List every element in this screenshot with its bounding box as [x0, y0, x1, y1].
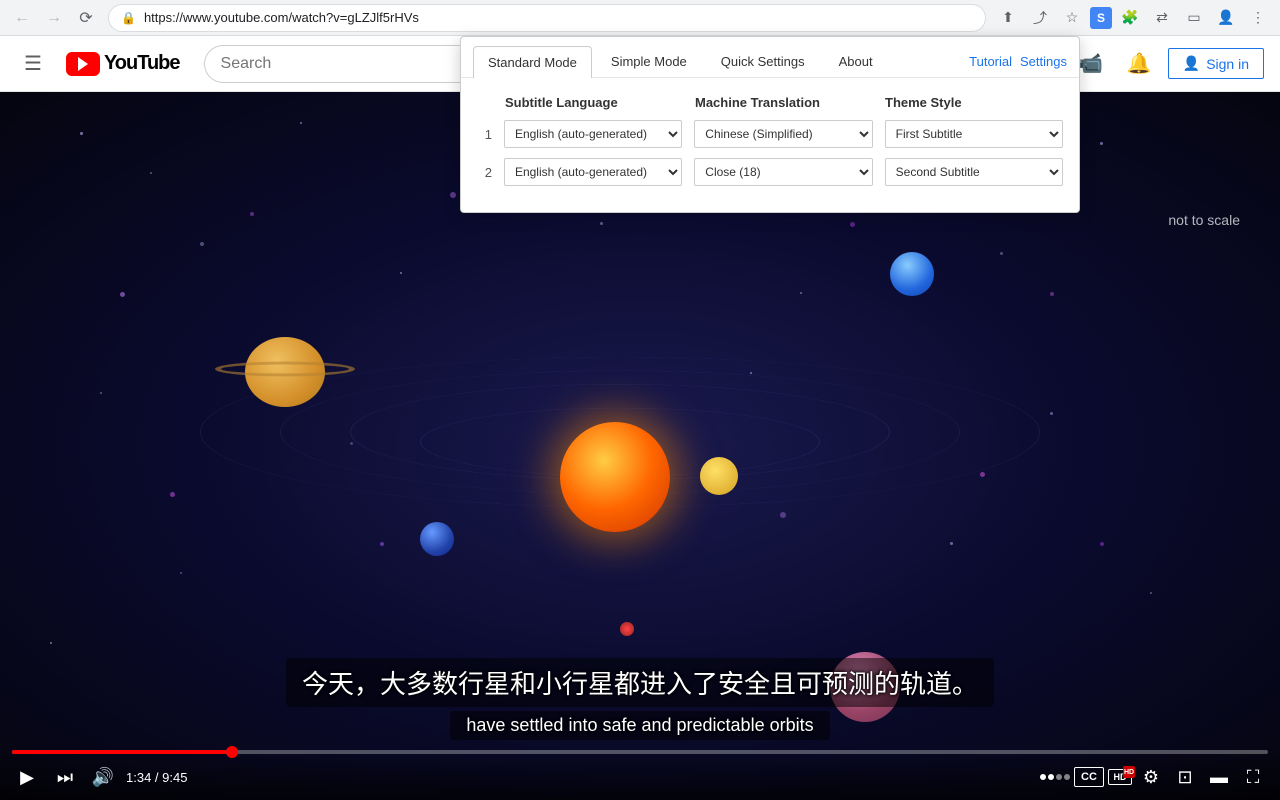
progress-dot	[226, 746, 238, 758]
sign-in-button[interactable]: 👤 Sign in	[1168, 48, 1264, 79]
progress-bar[interactable]	[12, 750, 1268, 754]
sign-in-label: Sign in	[1206, 56, 1249, 72]
subtitle-overlay: 今天，大多数行星和小行星都进入了安全且可预测的轨道。 have settled …	[64, 658, 1216, 740]
saturn-ring	[215, 362, 355, 377]
popup-tab-links: Tutorial Settings	[969, 54, 1067, 69]
yellow-planet	[700, 457, 738, 495]
popup-tabs: Standard Mode Simple Mode Quick Settings…	[461, 37, 1079, 78]
subtitle-english: have settled into safe and predictable o…	[450, 711, 829, 740]
speed-dot	[1048, 774, 1054, 780]
miniplayer-button[interactable]: ⊡	[1170, 762, 1200, 792]
fullscreen-button[interactable]: ⛶	[1238, 762, 1268, 792]
cast-button[interactable]: ⬆	[994, 4, 1022, 32]
theme-style-header: Theme Style	[885, 94, 1063, 112]
row1-subtitle-language-select[interactable]: English (auto-generated) English Chinese…	[504, 120, 682, 148]
speed-dot	[1040, 774, 1046, 780]
popup-column-headers: Subtitle Language Machine Translation Th…	[477, 94, 1063, 120]
address-bar[interactable]: 🔒 https://www.youtube.com/watch?v=gLZJlf…	[108, 4, 986, 32]
forward-button[interactable]: →	[40, 4, 68, 32]
cc-button[interactable]: CC	[1074, 767, 1104, 787]
row1-theme-style-select[interactable]: First Subtitle Second Subtitle Default	[885, 120, 1063, 148]
youtube-logo-icon	[66, 52, 100, 76]
row-1-number: 1	[477, 127, 492, 142]
sync-button[interactable]: ⇄	[1148, 4, 1176, 32]
header-right: 📹 🔔 👤 Sign in	[1070, 43, 1264, 84]
subtitle-row-1: 1 English (auto-generated) English Chine…	[477, 120, 1063, 148]
speed-dot	[1064, 774, 1070, 780]
toolbar-icons: ⬆ ⤴ ☆ S 🧩 ⇄ ▭ 👤 ⋮	[994, 4, 1272, 32]
menu-hamburger-button[interactable]: ☰	[16, 43, 50, 84]
next-button[interactable]: ⏭	[50, 762, 80, 792]
youtube-logo[interactable]: YouTube	[66, 52, 180, 76]
tab-about[interactable]: About	[824, 45, 888, 77]
progress-fill	[12, 750, 226, 754]
saturn-planet	[215, 332, 355, 412]
theater-button[interactable]: ▬	[1204, 762, 1234, 792]
extensions-button[interactable]: 🧩	[1116, 4, 1144, 32]
tutorial-link[interactable]: Tutorial	[969, 54, 1012, 69]
right-controls: CC HD HD ⚙ ⊡ ▬ ⛶	[1040, 762, 1268, 792]
row2-theme-style-select[interactable]: Second Subtitle First Subtitle Default	[885, 158, 1063, 186]
notifications-button[interactable]: 🔔	[1119, 43, 1160, 84]
row-2-number: 2	[477, 165, 492, 180]
settings-link[interactable]: Settings	[1020, 54, 1067, 69]
controls-row: ▶ ⏭ 🔊 1:34 / 9:45 CC HD HD ⚙ ⊡	[12, 762, 1268, 792]
speed-dot	[1056, 774, 1062, 780]
tab-standard-mode[interactable]: Standard Mode	[473, 46, 592, 78]
tab-quick-settings[interactable]: Quick Settings	[706, 45, 820, 77]
youtube-logo-text: YouTube	[104, 52, 180, 75]
video-controls: ▶ ⏭ 🔊 1:34 / 9:45 CC HD HD ⚙ ⊡	[0, 750, 1280, 800]
hd-badge: HD HD	[1108, 769, 1132, 785]
share-button[interactable]: ⤴	[1026, 4, 1054, 32]
tab-simple-mode[interactable]: Simple Mode	[596, 45, 702, 77]
subtitle-row-2: 2 English (auto-generated) English Chine…	[477, 158, 1063, 186]
sun-planet	[560, 422, 670, 532]
sidebar-button[interactable]: ▭	[1180, 4, 1208, 32]
row2-subtitle-language-select[interactable]: English (auto-generated) English Chinese…	[504, 158, 682, 186]
back-button[interactable]: ←	[8, 4, 36, 32]
earth-planet	[420, 522, 454, 556]
menu-button[interactable]: ⋮	[1244, 4, 1272, 32]
subtitle-chinese: 今天，大多数行星和小行星都进入了安全且可预测的轨道。	[286, 658, 994, 707]
extension-icon[interactable]: S	[1090, 7, 1112, 29]
row2-machine-translation-select[interactable]: Close (18) Chinese (Simplified) Japanese	[694, 158, 872, 186]
bookmark-button[interactable]: ☆	[1058, 4, 1086, 32]
profile-button[interactable]: 👤	[1212, 4, 1240, 32]
red-asteroid	[620, 622, 634, 636]
settings-button[interactable]: ⚙	[1136, 762, 1166, 792]
nav-buttons: ← → ⟳	[8, 4, 100, 32]
sign-in-icon: 👤	[1183, 55, 1200, 72]
popup-content: Subtitle Language Machine Translation Th…	[461, 78, 1079, 212]
time-display: 1:34 / 9:45	[126, 770, 187, 785]
blue-planet	[890, 252, 934, 296]
browser-chrome: ← → ⟳ 🔒 https://www.youtube.com/watch?v=…	[0, 0, 1280, 36]
play-button[interactable]: ▶	[12, 762, 42, 792]
volume-button[interactable]: 🔊	[88, 762, 118, 792]
not-to-scale-text: not to scale	[1168, 212, 1240, 228]
speed-indicator	[1040, 774, 1070, 780]
reload-button[interactable]: ⟳	[72, 4, 100, 32]
subtitle-popup: Standard Mode Simple Mode Quick Settings…	[460, 36, 1080, 213]
subtitle-language-header: Subtitle Language	[505, 94, 683, 112]
lock-icon: 🔒	[121, 11, 136, 25]
machine-translation-header: Machine Translation	[695, 94, 873, 112]
url-text: https://www.youtube.com/watch?v=gLZJlf5r…	[144, 10, 973, 25]
row1-machine-translation-select[interactable]: Chinese (Simplified) Chinese (Traditiona…	[694, 120, 872, 148]
